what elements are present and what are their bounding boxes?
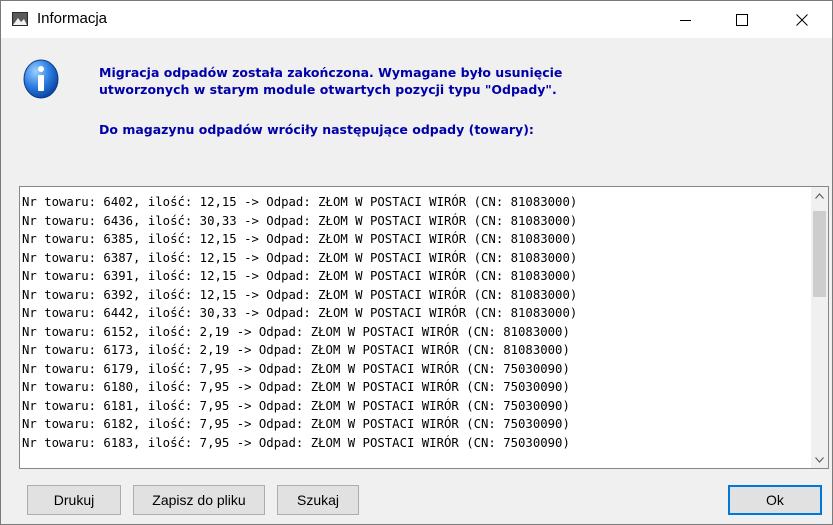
list-item[interactable]: Nr towaru: 6181, ilość: 7,95 -> Odpad: Z… <box>22 397 804 416</box>
maximize-icon <box>736 13 748 26</box>
search-button[interactable]: Szukaj <box>277 485 359 515</box>
list-item[interactable]: Nr towaru: 6180, ilość: 7,95 -> Odpad: Z… <box>22 378 804 397</box>
list-item[interactable]: Nr towaru: 6387, ilość: 12,15 -> Odpad: … <box>22 249 804 268</box>
list-item[interactable]: Nr towaru: 6182, ilość: 7,95 -> Odpad: Z… <box>22 415 804 434</box>
scroll-down-button[interactable] <box>811 451 828 468</box>
list-item[interactable]: Nr towaru: 6392, ilość: 12,15 -> Odpad: … <box>22 286 804 305</box>
list-item[interactable]: Nr towaru: 6402, ilość: 12,15 -> Odpad: … <box>22 193 804 212</box>
maximize-button[interactable] <box>719 1 765 38</box>
print-button[interactable]: Drukuj <box>27 485 121 515</box>
info-subtext: Do magazynu odpadów wróciły następujące … <box>99 122 534 137</box>
list-item[interactable]: Nr towaru: 6152, ilość: 2,19 -> Odpad: Z… <box>22 323 804 342</box>
scroll-up-button[interactable] <box>811 187 828 204</box>
window-title: Informacja <box>37 10 108 27</box>
list-item[interactable]: Nr towaru: 6385, ilość: 12,15 -> Odpad: … <box>22 230 804 249</box>
close-button[interactable] <box>779 1 825 38</box>
minimize-icon <box>680 19 691 21</box>
list-lines: Nr towaru: 6402, ilość: 12,15 -> Odpad: … <box>22 193 804 452</box>
dialog-window: Informacja Migracja odpadów została zako… <box>0 0 833 525</box>
minimize-button[interactable] <box>663 1 709 38</box>
chevron-down-icon <box>815 456 824 463</box>
list-item[interactable]: Nr towaru: 6391, ilość: 12,15 -> Odpad: … <box>22 267 804 286</box>
list-item[interactable]: Nr towaru: 6442, ilość: 30,33 -> Odpad: … <box>22 304 804 323</box>
close-icon <box>796 13 808 26</box>
waste-list[interactable]: Nr towaru: 6402, ilość: 12,15 -> Odpad: … <box>19 186 829 469</box>
list-item[interactable]: Nr towaru: 6173, ilość: 2,19 -> Odpad: Z… <box>22 341 804 360</box>
list-item[interactable]: Nr towaru: 6436, ilość: 30,33 -> Odpad: … <box>22 212 804 231</box>
list-item[interactable]: Nr towaru: 6183, ilość: 7,95 -> Odpad: Z… <box>22 434 804 453</box>
info-message: Migracja odpadów została zakończona. Wym… <box>99 65 563 97</box>
list-item[interactable]: Nr towaru: 6179, ilość: 7,95 -> Odpad: Z… <box>22 360 804 379</box>
save-to-file-button[interactable]: Zapisz do pliku <box>133 485 265 515</box>
title-bar[interactable]: Informacja <box>1 1 832 38</box>
ok-button[interactable]: Ok <box>728 485 822 515</box>
app-icon <box>12 12 28 26</box>
chevron-up-icon <box>815 192 824 199</box>
scroll-thumb[interactable] <box>813 211 826 297</box>
vertical-scrollbar[interactable] <box>811 187 828 468</box>
info-icon <box>23 59 59 99</box>
